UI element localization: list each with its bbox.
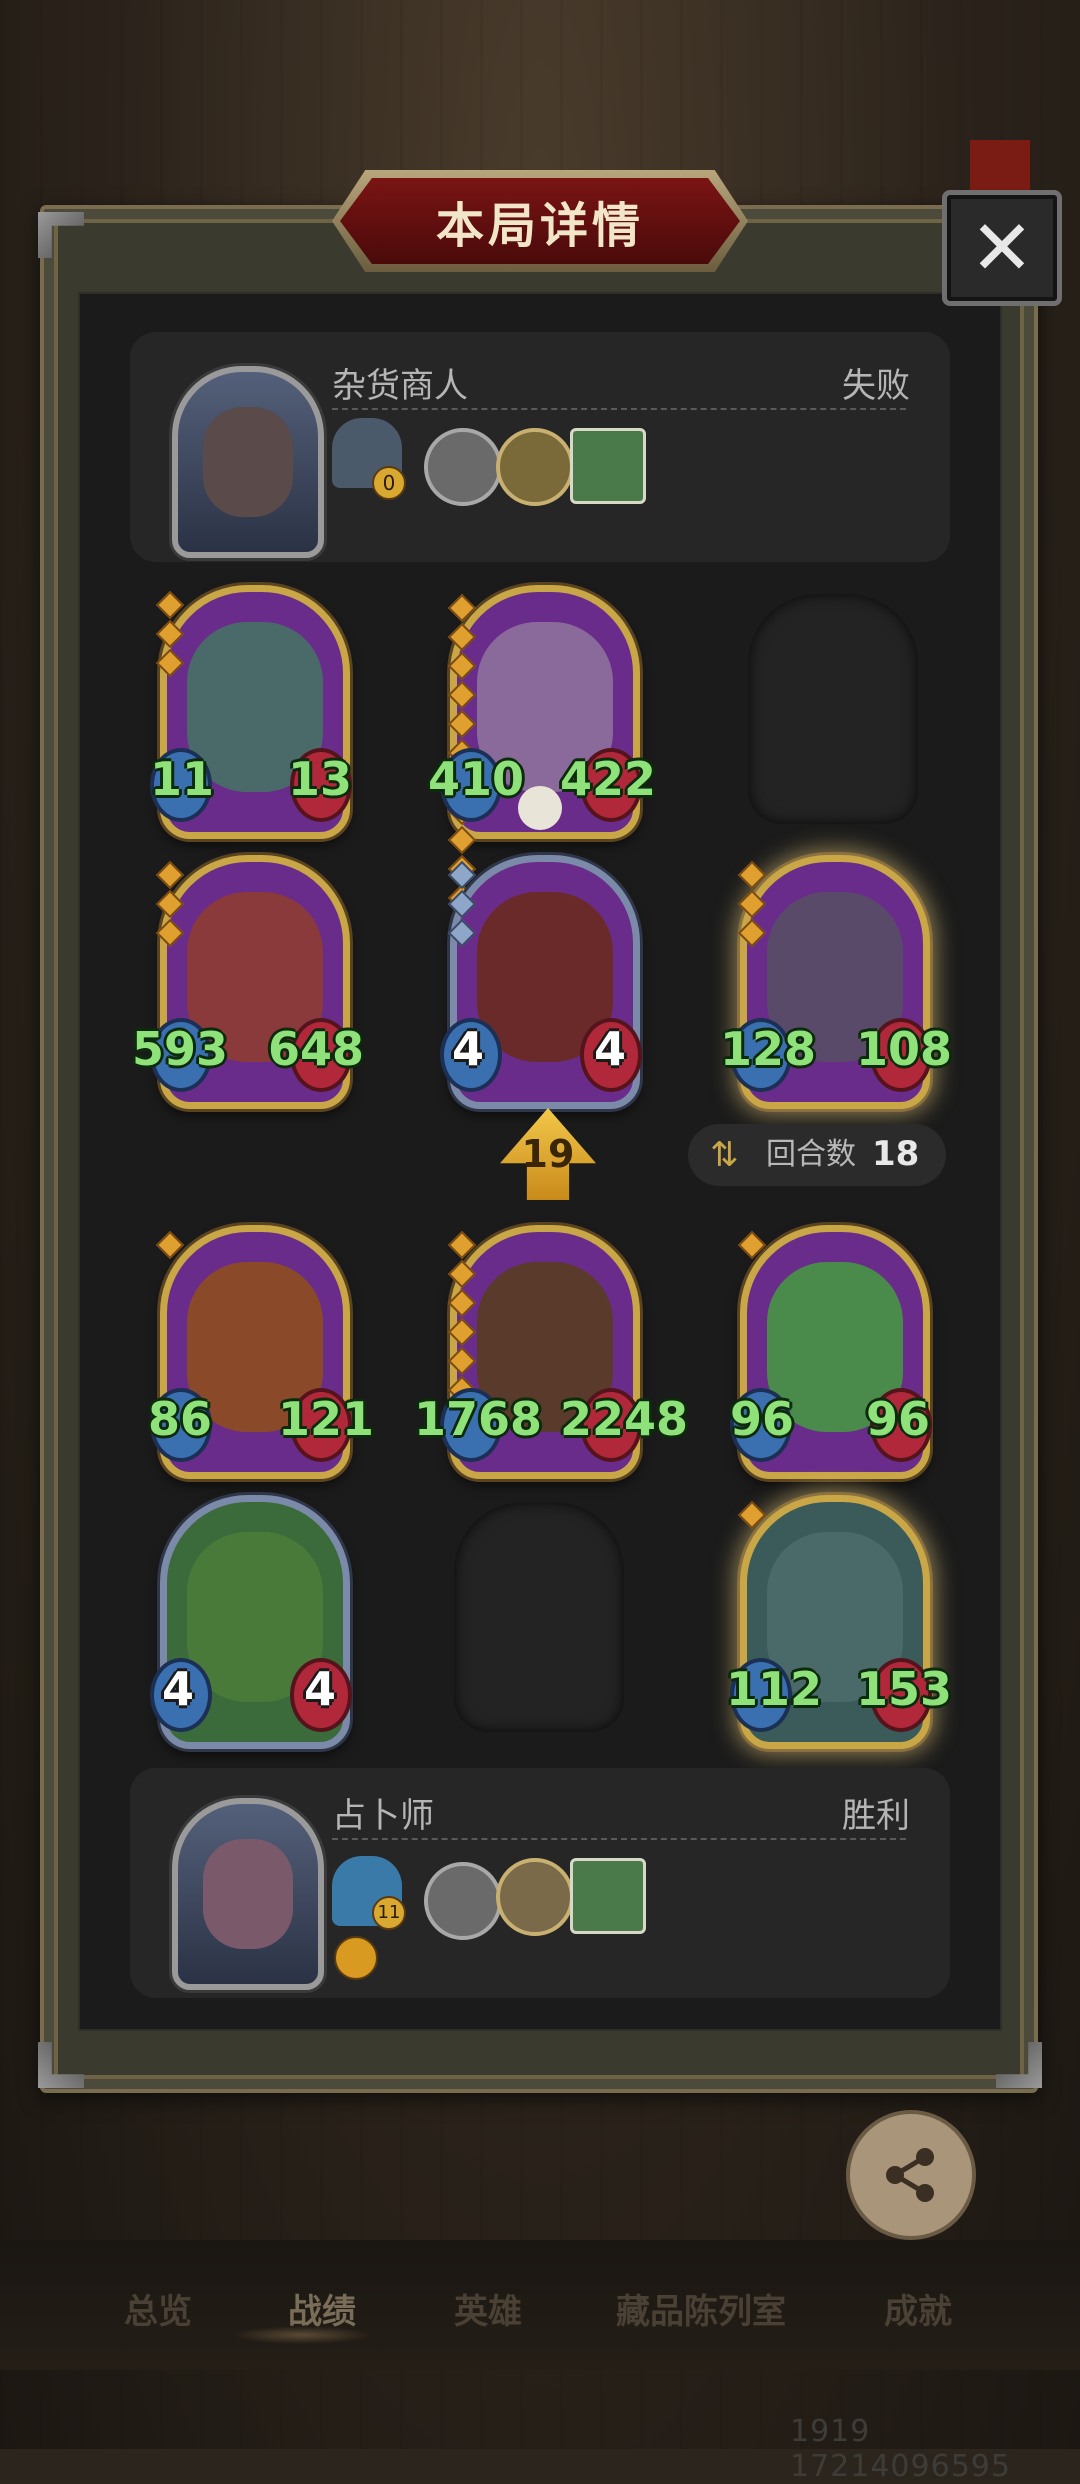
minion-health: 13 [288,752,353,806]
minion-attack: 410 [428,752,525,806]
minion-health: 648 [268,1022,365,1076]
refresh-icon: ⇅ [710,1135,739,1175]
player-portrait[interactable] [172,1798,324,1990]
minion-health: 121 [278,1392,375,1446]
round-label: 回合数 [766,1137,856,1172]
minion-health: 2248 [560,1392,689,1446]
empty-slot [454,1502,624,1732]
coin-icon[interactable] [496,428,574,506]
minion-attack: 4 [162,1662,195,1716]
minion-attack: 96 [730,1392,795,1446]
fortune-teller-avatar [203,1839,293,1949]
tab-collection[interactable]: 藏品陈列室 [616,2284,786,2333]
skull-icon [518,786,562,830]
user-id: 1919 17214096595 [790,2414,1011,2484]
minion-attack: 1768 [414,1392,543,1446]
opponent-name: 杂货商人 [332,366,468,406]
star-pips [155,590,185,682]
page-title: 本局详情 [435,198,644,254]
minion-attack: 593 [132,1022,229,1076]
tab-records[interactable]: 战绩 [288,2284,356,2333]
clock-medallion-icon[interactable] [496,1858,574,1936]
minion-health: 96 [866,1392,931,1446]
minion-health: 4 [594,1022,627,1076]
minion-health: 4 [304,1662,337,1716]
minion-attack: 86 [148,1392,213,1446]
star-pips [447,860,477,952]
minion-health: 108 [856,1022,953,1076]
gold-coin-icon[interactable] [334,1936,378,1980]
tab-heroes[interactable]: 英雄 [454,2284,522,2333]
minion-attack: 128 [720,1022,817,1076]
star-pips [737,860,767,952]
cat-merchant-avatar [203,407,293,517]
opponent-portrait[interactable] [172,366,324,558]
minion-health: 153 [856,1662,953,1716]
level-badge: 11 [372,1896,406,1930]
divider [332,408,906,410]
star-pips [155,1230,185,1264]
book-icon[interactable] [570,428,646,504]
book-icon[interactable] [570,1858,646,1934]
star-pips [737,1500,767,1534]
close-button[interactable]: ✕ [942,190,1062,306]
round-counter: ⇅ 回合数 18 [688,1124,946,1186]
turn-number: 19 [521,1132,575,1176]
close-icon: ✕ [970,203,1034,292]
round-value: 18 [872,1134,920,1174]
empty-slot [748,594,918,824]
opponent-result: 失败 [842,366,910,406]
minion-attack: 112 [726,1662,823,1716]
divider [332,1838,906,1840]
minion-attack: 11 [150,752,215,806]
share-button[interactable] [846,2110,976,2240]
player-name: 占卜师 [332,1796,434,1836]
level-badge: 0 [372,466,406,500]
player-result: 胜利 [842,1796,910,1836]
star-pips [155,860,185,952]
star-pips [737,1230,767,1264]
minion-attack: 4 [452,1022,485,1076]
tab-achievements[interactable]: 成就 [884,2284,952,2333]
tab-overview[interactable]: 总览 [124,2284,192,2333]
minion-health: 422 [560,752,657,806]
share-icon [886,2148,934,2202]
pocket-watch-icon[interactable] [424,428,502,506]
pocket-watch-icon[interactable] [424,1862,502,1940]
